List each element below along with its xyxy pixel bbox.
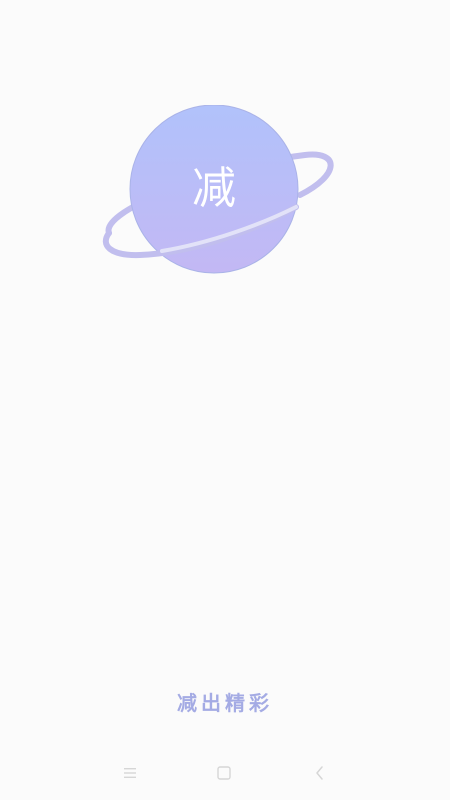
splash-screen: 减 减出精彩 (0, 0, 450, 800)
nav-back-button[interactable] (308, 761, 332, 785)
home-square-icon (217, 766, 231, 780)
logo-character: 减 (192, 163, 236, 214)
nav-home-button[interactable] (212, 761, 236, 785)
back-chevron-icon (316, 766, 323, 780)
planet-logo: 减 (100, 105, 340, 275)
menu-icon (124, 768, 136, 778)
nav-menu-button[interactable] (118, 761, 142, 785)
app-slogan: 减出精彩 (177, 691, 273, 715)
system-navigation-bar (0, 750, 450, 796)
